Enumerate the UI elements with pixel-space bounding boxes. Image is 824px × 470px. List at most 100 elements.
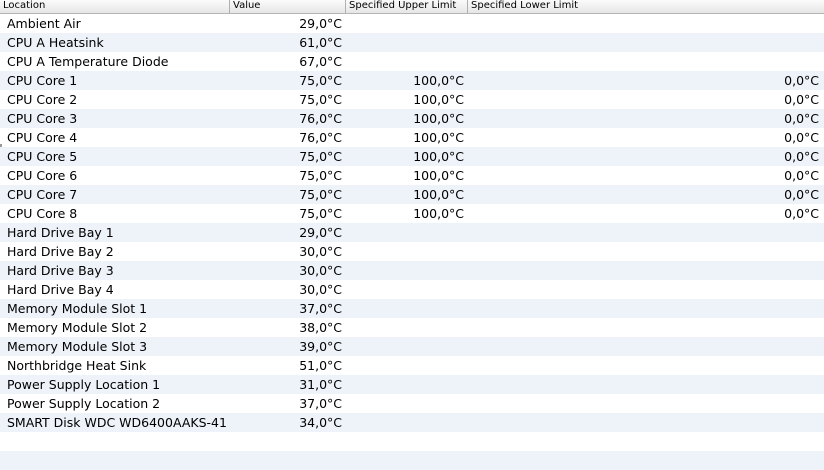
cell-value: 37,0°C	[299, 396, 342, 411]
cell-value: 76,0°C	[299, 111, 342, 126]
column-header-value[interactable]: Value	[230, 0, 346, 13]
table-row[interactable]: CPU Core 4 76,0°C 100,0°C 0,0°C	[0, 128, 824, 147]
table-row[interactable]	[0, 432, 824, 451]
cell-lower-limit	[470, 261, 819, 280]
cell-location: Power Supply Location 1	[7, 377, 161, 392]
cell-location: CPU Core 3	[7, 111, 78, 126]
cell-location: Hard Drive Bay 2	[7, 244, 114, 259]
table-row[interactable]: Hard Drive Bay 2 30,0°C	[0, 242, 824, 261]
cell-upper-limit: 100,0°C	[413, 92, 464, 107]
cell-location: CPU Core 6	[7, 168, 78, 183]
table-row[interactable]: CPU Core 5 75,0°C 100,0°C 0,0°C	[0, 147, 824, 166]
cell-upper-limit	[348, 33, 464, 52]
cell-lower-limit: 0,0°C	[784, 73, 819, 88]
cell-value: 29,0°C	[299, 225, 342, 240]
table-row[interactable]: Memory Module Slot 2 38,0°C	[0, 318, 824, 337]
cell-location: Memory Module Slot 1	[7, 301, 148, 316]
table-row[interactable]: CPU A Temperature Diode 67,0°C	[0, 52, 824, 71]
cell-lower-limit: 0,0°C	[784, 111, 819, 126]
cell-lower-limit	[470, 356, 819, 375]
cell-lower-limit: 0,0°C	[784, 168, 819, 183]
table-row[interactable]: Hard Drive Bay 4 30,0°C	[0, 280, 824, 299]
table-row[interactable]: Northbridge Heat Sink 51,0°C	[0, 356, 824, 375]
cell-upper-limit: 100,0°C	[413, 111, 464, 126]
cell-upper-limit	[348, 299, 464, 318]
cell-lower-limit	[470, 52, 819, 71]
cell-lower-limit	[470, 242, 819, 261]
cell-lower-limit	[470, 337, 819, 356]
cell-location: CPU A Temperature Diode	[7, 54, 169, 69]
cell-upper-limit: 100,0°C	[413, 187, 464, 202]
cell-value: 30,0°C	[299, 282, 342, 297]
cell-upper-limit	[348, 242, 464, 261]
cell-value: 75,0°C	[299, 92, 342, 107]
table-row[interactable]: CPU Core 8 75,0°C 100,0°C 0,0°C	[0, 204, 824, 223]
cell-lower-limit	[470, 14, 819, 33]
cell-upper-limit: 100,0°C	[413, 130, 464, 145]
table-header: Location Value Specified Upper Limit Spe…	[0, 0, 824, 14]
cell-upper-limit: 100,0°C	[413, 206, 464, 221]
cell-value: 29,0°C	[299, 16, 342, 31]
cell-value: 75,0°C	[299, 187, 342, 202]
cell-upper-limit	[348, 261, 464, 280]
table-row[interactable]: Memory Module Slot 3 39,0°C	[0, 337, 824, 356]
table-row[interactable]: CPU Core 7 75,0°C 100,0°C 0,0°C	[0, 185, 824, 204]
table-row[interactable]: CPU Core 6 75,0°C 100,0°C 0,0°C	[0, 166, 824, 185]
cell-upper-limit	[348, 223, 464, 242]
cell-upper-limit	[348, 432, 464, 451]
cell-upper-limit	[348, 375, 464, 394]
cell-upper-limit	[348, 318, 464, 337]
cell-location: Hard Drive Bay 4	[7, 282, 114, 297]
table-row[interactable]: Hard Drive Bay 3 30,0°C	[0, 261, 824, 280]
cell-upper-limit: 100,0°C	[413, 73, 464, 88]
cell-location: Hard Drive Bay 3	[7, 263, 114, 278]
column-header-lower-limit[interactable]: Specified Lower Limit	[468, 0, 824, 13]
cell-value: 51,0°C	[299, 358, 342, 373]
table-row[interactable]: CPU Core 3 76,0°C 100,0°C 0,0°C	[0, 109, 824, 128]
cell-lower-limit: 0,0°C	[784, 130, 819, 145]
table-row[interactable]: Power Supply Location 2 37,0°C	[0, 394, 824, 413]
cell-lower-limit	[470, 394, 819, 413]
cell-location: SMART Disk WDC WD6400AAKS-41	[7, 415, 227, 430]
cell-location: CPU Core 7	[7, 187, 78, 202]
cell-upper-limit	[348, 280, 464, 299]
cell-location: CPU Core 8	[7, 206, 78, 221]
table-row[interactable]: CPU A Heatsink 61,0°C	[0, 33, 824, 52]
table-row[interactable]: Hard Drive Bay 1 29,0°C	[0, 223, 824, 242]
cell-location: CPU A Heatsink	[7, 35, 104, 50]
cell-location: Northbridge Heat Sink	[7, 358, 147, 373]
cell-lower-limit	[470, 413, 819, 432]
cell-location: CPU Core 2	[7, 92, 78, 107]
cell-value: 30,0°C	[299, 263, 342, 278]
cell-upper-limit	[348, 394, 464, 413]
cell-value: 30,0°C	[299, 244, 342, 259]
cell-value: 39,0°C	[299, 339, 342, 354]
temperature-table: Location Value Specified Upper Limit Spe…	[0, 0, 824, 470]
table-row[interactable]: Memory Module Slot 1 37,0°C	[0, 299, 824, 318]
cell-location: Memory Module Slot 2	[7, 320, 148, 335]
cell-location: CPU Core 5	[7, 149, 78, 164]
cell-value: 75,0°C	[299, 73, 342, 88]
cell-value: 38,0°C	[299, 320, 342, 335]
cell-upper-limit	[348, 337, 464, 356]
table-row[interactable]: CPU Core 2 75,0°C 100,0°C 0,0°C	[0, 90, 824, 109]
cell-location: CPU Core 4	[7, 130, 78, 145]
cell-lower-limit	[470, 280, 819, 299]
cell-value: 76,0°C	[299, 130, 342, 145]
cell-value: 75,0°C	[299, 168, 342, 183]
cell-value: 37,0°C	[299, 301, 342, 316]
table-row[interactable]: Power Supply Location 1 31,0°C	[0, 375, 824, 394]
cell-lower-limit	[470, 375, 819, 394]
cell-upper-limit	[348, 413, 464, 432]
cell-value	[232, 432, 342, 451]
table-row[interactable]: SMART Disk WDC WD6400AAKS-41 34,0°C	[0, 413, 824, 432]
table-row[interactable]: CPU Core 1 75,0°C 100,0°C 0,0°C	[0, 71, 824, 90]
table-row[interactable]: Ambient Air 29,0°C	[0, 14, 824, 33]
cell-location: Ambient Air	[7, 16, 81, 31]
column-header-upper-limit[interactable]: Specified Upper Limit	[346, 0, 468, 13]
cell-lower-limit	[470, 223, 819, 242]
column-header-location[interactable]: Location	[0, 0, 230, 13]
table-body: Ambient Air 29,0°C CPU A Heatsink 61,0°C CPU…	[0, 14, 824, 470]
cell-lower-limit	[470, 299, 819, 318]
cell-location: Power Supply Location 2	[7, 396, 161, 411]
